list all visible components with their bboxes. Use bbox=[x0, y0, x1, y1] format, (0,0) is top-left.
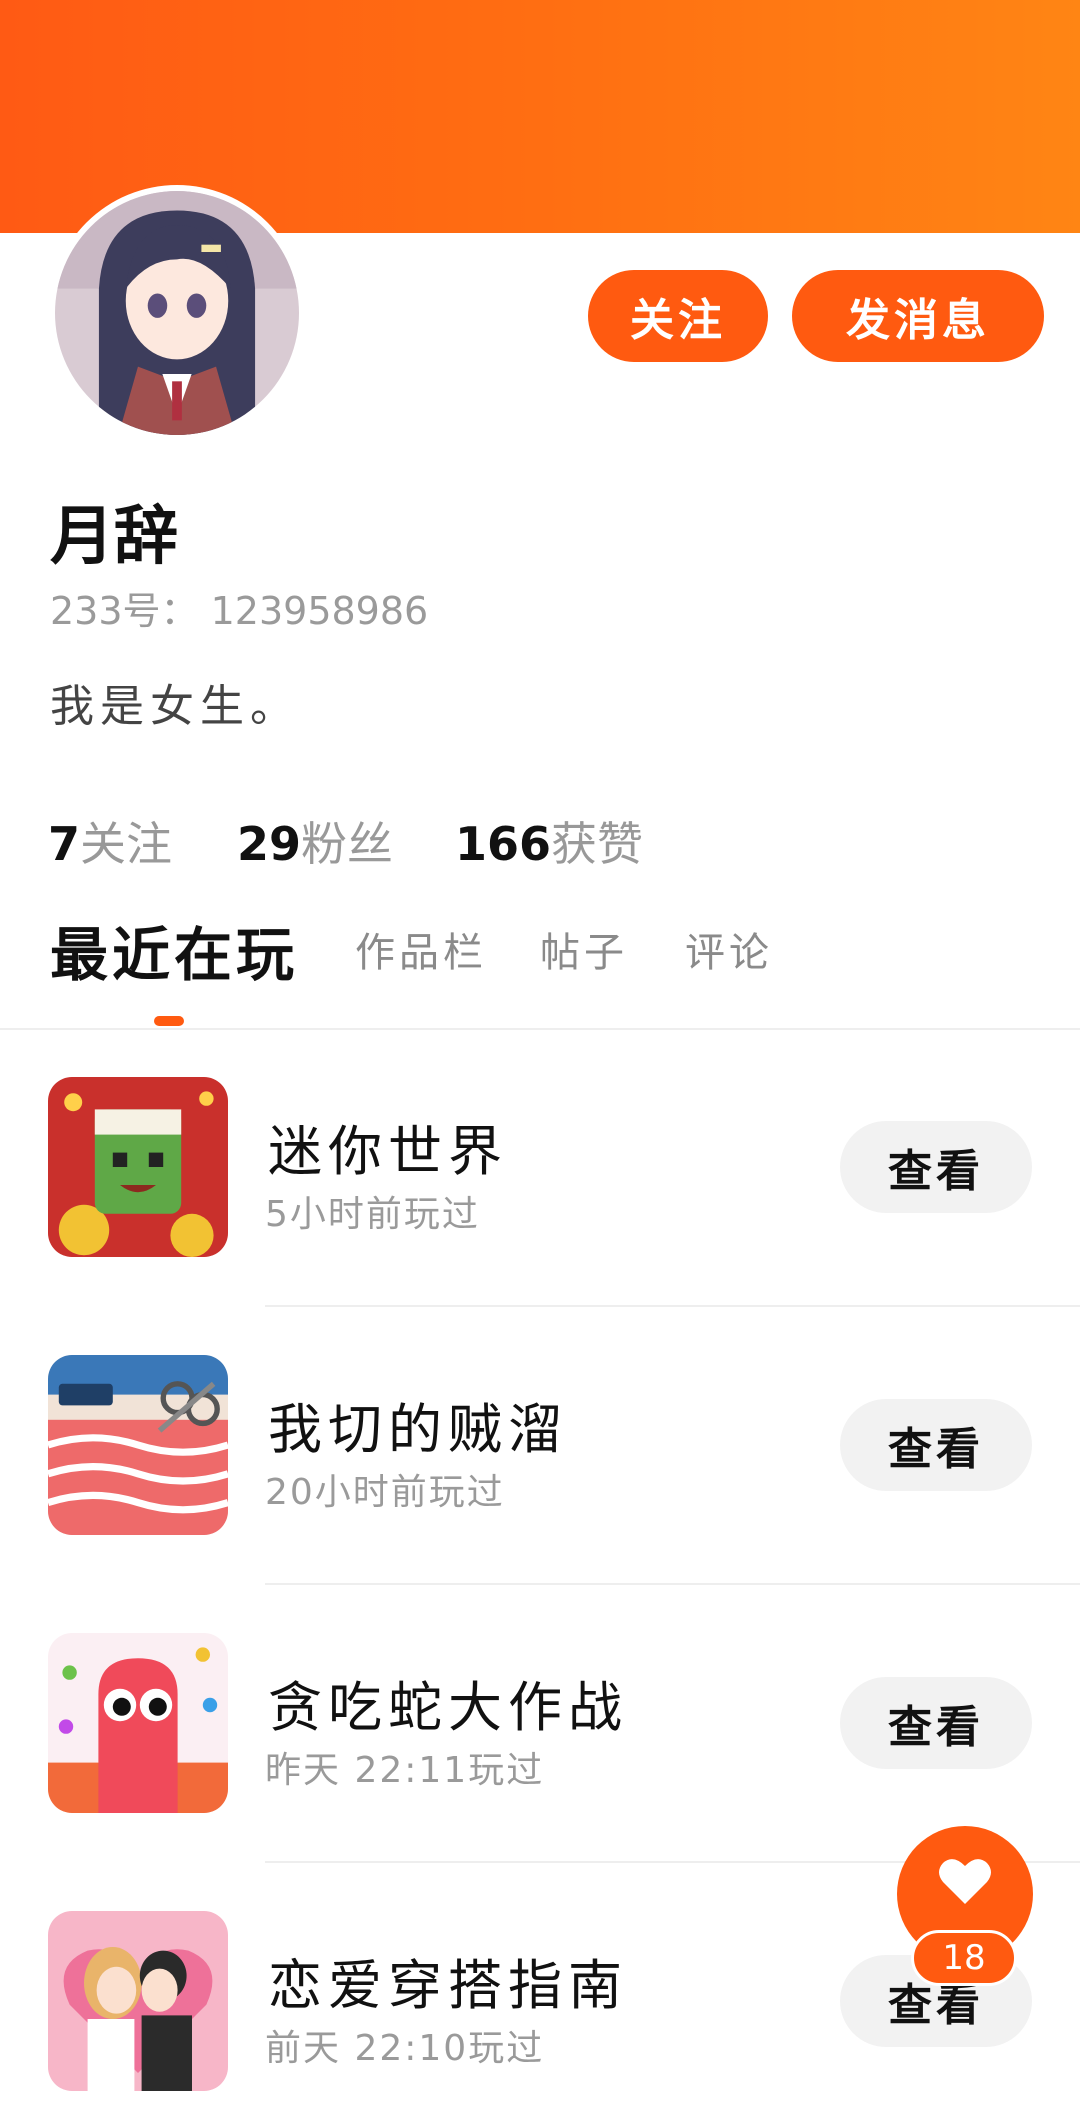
view-button[interactable]: 查看 bbox=[840, 1677, 1032, 1769]
mini-world-icon[interactable] bbox=[48, 1077, 228, 1257]
stat-fans-label: 粉丝 bbox=[301, 817, 394, 871]
stat-following-count: 7 bbox=[48, 817, 81, 871]
tab-comments[interactable]: 评论 bbox=[685, 920, 773, 978]
view-button[interactable]: 查看 bbox=[840, 1399, 1032, 1491]
stat-likes-label: 获赞 bbox=[551, 817, 644, 871]
tab-recently-played[interactable]: 最近在玩 bbox=[50, 908, 298, 992]
user-id: 233号： 123958986 bbox=[50, 589, 429, 633]
tab-posts[interactable]: 帖子 bbox=[540, 920, 628, 978]
list-divider bbox=[265, 1583, 1080, 1585]
nickname: 月辞 bbox=[50, 500, 178, 574]
stat-fans-count: 29 bbox=[237, 817, 302, 871]
list-item[interactable]: 我切的贼溜 20小时前玩过 查看 bbox=[0, 1355, 1080, 1535]
active-tab-indicator bbox=[154, 1016, 184, 1026]
follow-button[interactable]: 关注 bbox=[588, 270, 768, 362]
last-played-time: 昨天 22:11玩过 bbox=[265, 1750, 545, 1791]
send-message-button[interactable]: 发消息 bbox=[792, 270, 1044, 362]
game-title: 贪吃蛇大作战 bbox=[268, 1676, 628, 1739]
last-played-time: 20小时前玩过 bbox=[265, 1472, 505, 1513]
like-count-badge: 18 bbox=[911, 1930, 1017, 1986]
stats-bar: 7关注 29粉丝 166获赞 bbox=[0, 808, 1080, 871]
list-divider bbox=[265, 1305, 1080, 1307]
view-button[interactable]: 查看 bbox=[840, 1121, 1032, 1213]
heart-icon bbox=[939, 1859, 991, 1904]
profile-tabs: 最近在玩 作品栏 帖子 评论 bbox=[0, 920, 1080, 1030]
avatar[interactable] bbox=[49, 185, 305, 441]
stat-fans[interactable]: 29粉丝 bbox=[237, 808, 393, 874]
stat-likes-count: 166 bbox=[455, 817, 552, 871]
romance-dressup-icon[interactable] bbox=[48, 1911, 228, 2091]
tab-works[interactable]: 作品栏 bbox=[355, 920, 487, 978]
last-played-time: 5小时前玩过 bbox=[265, 1194, 480, 1235]
bio: 我是女生。 bbox=[50, 681, 300, 732]
game-title: 恋爱穿搭指南 bbox=[268, 1954, 628, 2017]
last-played-time: 前天 22:10玩过 bbox=[265, 2028, 545, 2069]
profile-page: 关注 发消息 月辞 233号： 123958986 我是女生。 7关注 29粉丝… bbox=[0, 0, 1080, 2112]
game-title: 我切的贼溜 bbox=[268, 1398, 568, 1461]
list-item[interactable]: 贪吃蛇大作战 昨天 22:11玩过 查看 bbox=[0, 1633, 1080, 1813]
meat-cutting-icon[interactable] bbox=[48, 1355, 228, 1535]
stat-following[interactable]: 7关注 bbox=[48, 808, 172, 874]
stat-likes: 166获赞 bbox=[455, 808, 643, 874]
snake-icon[interactable] bbox=[48, 1633, 228, 1813]
game-title: 迷你世界 bbox=[268, 1120, 508, 1183]
tabs-divider bbox=[0, 1028, 1080, 1030]
stat-following-label: 关注 bbox=[80, 817, 173, 871]
list-item[interactable]: 迷你世界 5小时前玩过 查看 bbox=[0, 1077, 1080, 1257]
avatar-image bbox=[55, 191, 299, 435]
